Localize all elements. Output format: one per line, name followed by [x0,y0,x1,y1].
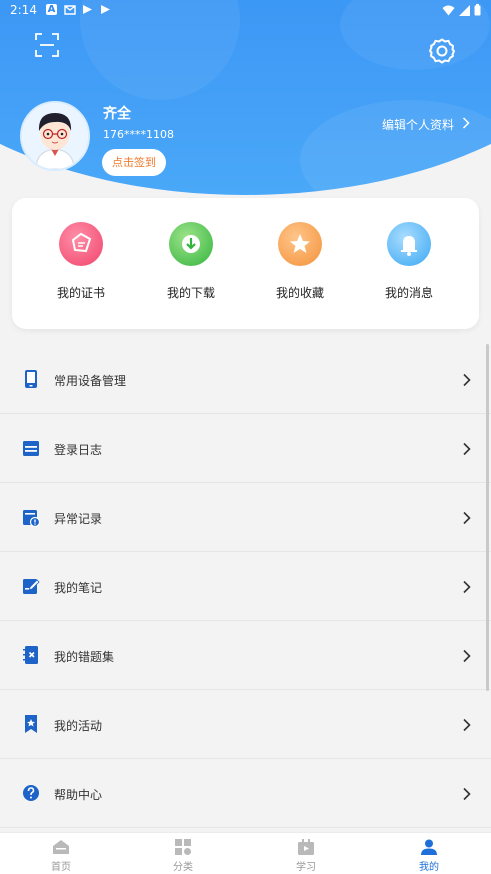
help-icon [22,783,40,803]
scrollbar[interactable] [486,344,489,691]
checkin-button[interactable]: 点击签到 [102,149,166,176]
scan-icon[interactable] [34,32,60,58]
user-phone: 176****1108 [103,128,174,141]
tab-label: 首页 [51,862,71,873]
download-icon [169,222,213,266]
quick-action-download[interactable]: 我的下载 [151,222,231,301]
chevron-right-icon [462,786,472,801]
note-icon [22,576,40,596]
chevron-right-icon [462,648,472,663]
wifi-icon [442,5,455,19]
status-time: 2:14 [10,3,37,17]
menu-item-label: 我的活动 [54,719,103,733]
user-name: 齐全 [103,106,131,122]
tab-category[interactable]: 分类 [153,839,213,873]
quick-action-label: 我的消息 [384,286,433,300]
tab-label: 学习 [296,862,316,873]
chevron-right-icon [462,117,470,132]
chevron-right-icon [462,510,472,525]
study-icon [297,839,315,855]
menu-item-label: 我的笔记 [54,581,103,595]
quick-action-label: 我的收藏 [275,286,324,300]
edit-profile-link[interactable]: 编辑个人资料 [382,116,470,133]
battery-icon [474,4,481,19]
bell-icon [387,222,431,266]
menu-item-label: 常用设备管理 [54,374,127,388]
quick-action-messages[interactable]: 我的消息 [369,222,449,301]
alert-record-icon [22,507,41,528]
settings-menu: 常用设备管理 登录日志 异常记录 我的笔记 我的错题集 我的活动 帮助中心 [0,345,491,828]
menu-item-label: 登录日志 [54,443,103,457]
menu-item-label: 我的错题集 [54,650,115,664]
quick-action-label: 我的下载 [166,286,215,300]
menu-item-login-log[interactable]: 登录日志 [0,414,491,483]
system-icons [442,4,481,19]
tab-study[interactable]: 学习 [276,839,336,873]
tab-label: 分类 [173,862,193,873]
category-icon [174,839,192,855]
log-icon [22,438,40,458]
notification-icons: A [46,4,111,15]
tab-profile[interactable]: 我的 [399,839,459,873]
menu-item-notes[interactable]: 我的笔记 [0,552,491,621]
menu-item-label: 帮助中心 [54,788,103,802]
star-icon [278,222,322,266]
home-icon [52,839,70,855]
status-bar: 2:14 A [0,0,491,22]
profile-icon [420,839,438,855]
menu-item-anomaly-records[interactable]: 异常记录 [0,483,491,552]
wrong-questions-icon [22,645,40,665]
quick-action-certificate[interactable]: 我的证书 [41,222,121,301]
quick-action-label: 我的证书 [56,286,105,300]
chevron-right-icon [462,441,472,456]
menu-item-label: 异常记录 [54,512,103,526]
certificate-icon [59,222,103,266]
mail-icon [64,4,76,15]
a-box-icon: A [46,4,57,15]
tab-home[interactable]: 首页 [31,839,91,873]
menu-item-activities[interactable]: 我的活动 [0,690,491,759]
quick-action-favorites[interactable]: 我的收藏 [260,222,340,301]
signal-icon [459,4,470,19]
quick-actions-card: 我的证书 我的下载 我的收藏 我的消息 [12,198,479,329]
chevron-right-icon [462,579,472,594]
play-icon [82,4,93,15]
menu-item-wrong-questions[interactable]: 我的错题集 [0,621,491,690]
activity-bookmark-icon [22,714,40,734]
edit-profile-label: 编辑个人资料 [382,118,455,132]
menu-item-help[interactable]: 帮助中心 [0,759,491,828]
chevron-right-icon [462,372,472,387]
menu-item-devices[interactable]: 常用设备管理 [0,345,491,414]
avatar[interactable] [20,101,90,171]
gear-icon[interactable] [428,37,456,65]
tab-label: 我的 [419,862,439,873]
bottom-tab-bar: 首页 分类 学习 我的 [0,832,491,874]
phone-device-icon [22,369,40,389]
chevron-right-icon [462,717,472,732]
play-icon [100,4,111,15]
